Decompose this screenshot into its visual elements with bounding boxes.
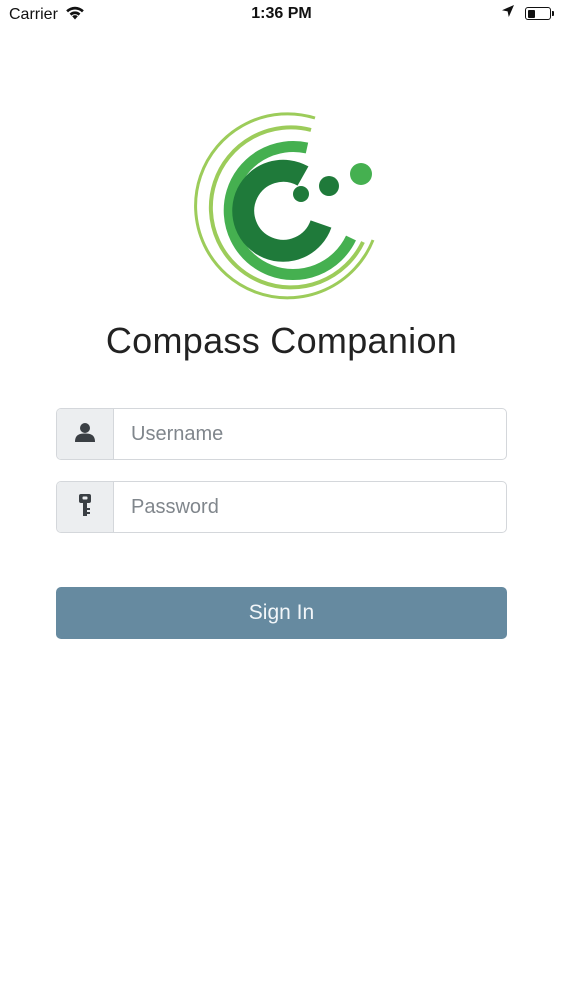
compass-logo (185, 112, 380, 307)
status-bar: Carrier 1:36 PM (0, 0, 563, 30)
location-arrow-icon (501, 4, 515, 23)
password-addon (57, 482, 114, 532)
app-title: Compass Companion (105, 320, 458, 361)
status-right (501, 4, 554, 23)
password-input[interactable] (114, 482, 506, 532)
logo-dot-large (350, 163, 372, 185)
user-icon (74, 421, 96, 448)
key-icon (78, 493, 92, 522)
logo-dot-small (293, 186, 309, 202)
password-field-group (56, 481, 507, 533)
username-addon (57, 409, 114, 459)
status-time: 1:36 PM (251, 5, 312, 22)
sign-in-button[interactable]: Sign In (56, 587, 507, 639)
battery-body (525, 7, 551, 20)
battery-icon (525, 7, 554, 20)
username-field-group (56, 408, 507, 460)
battery-tip (552, 11, 554, 16)
logo-dot-medium (319, 176, 339, 196)
battery-fill (527, 9, 535, 18)
username-input[interactable] (114, 409, 506, 459)
logo-ring-inner (232, 159, 332, 262)
